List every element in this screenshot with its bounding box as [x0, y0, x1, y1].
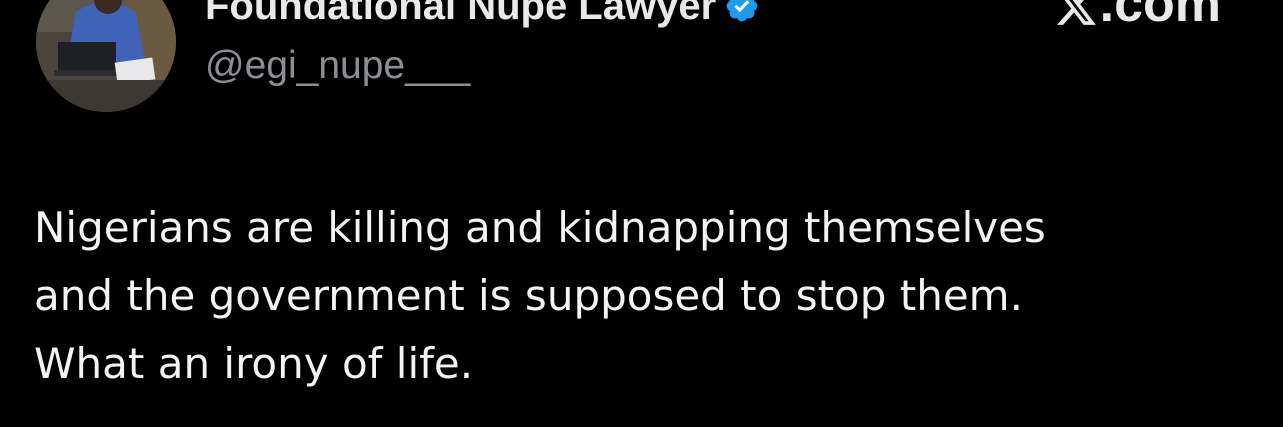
tweet-text-line: Nigerians are killing and kidnapping the… — [34, 203, 1046, 252]
x-com-watermark: .com — [1054, 0, 1221, 34]
author-handle[interactable]: @egi_nupe___ — [205, 44, 470, 88]
watermark-text: .com — [1099, 0, 1221, 33]
tweet-card: Foundational Nupe Lawyer @egi_nupe___ .c… — [0, 0, 1283, 427]
tweet-text-line: and the government is supposed to stop t… — [34, 271, 1023, 320]
tweet-text-line: What an irony of life. — [34, 339, 474, 388]
avatar[interactable] — [36, 0, 176, 112]
display-name-row[interactable]: Foundational Nupe Lawyer — [205, 0, 760, 36]
tweet-text: Nigerians are killing and kidnapping the… — [34, 194, 1254, 398]
avatar-photo — [36, 0, 176, 112]
x-logo-icon — [1054, 0, 1098, 26]
display-name[interactable]: Foundational Nupe Lawyer — [205, 0, 716, 29]
verified-badge-icon — [724, 0, 760, 24]
